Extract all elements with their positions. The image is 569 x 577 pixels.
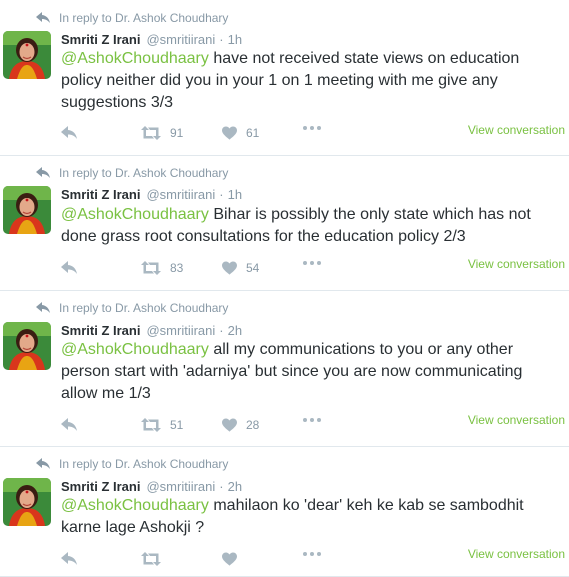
author-handle[interactable]: @smritiirani: [146, 479, 215, 494]
reply-arrow-icon: [36, 458, 50, 469]
avatar-image: [3, 31, 51, 79]
reply-context[interactable]: In reply to Dr. Ashok Choudhary: [36, 10, 228, 26]
reply-context[interactable]: In reply to Dr. Ashok Choudhary: [36, 165, 228, 181]
heart-icon: [222, 126, 237, 140]
mention-link[interactable]: @AshokChoudhaary: [61, 50, 209, 67]
separator: ·: [219, 478, 224, 494]
reply-icon: [61, 418, 77, 431]
separator: ·: [219, 322, 224, 338]
like-button[interactable]: 28: [222, 418, 259, 432]
author-handle[interactable]: @smritiirani: [146, 187, 215, 202]
tweet: In reply to Dr. Ashok Choudhary Smriti Z…: [0, 291, 569, 447]
avatar[interactable]: [3, 31, 51, 79]
tweet-text: @AshokChoudhaary all my communications t…: [61, 339, 561, 405]
more-button[interactable]: [303, 552, 321, 556]
reply-arrow-icon: [36, 302, 50, 313]
tweet-text: @AshokChoudhaary have not received state…: [61, 48, 561, 114]
reply-button[interactable]: [61, 418, 77, 432]
avatar-image: [3, 322, 51, 370]
reply-context-text: In reply to Dr. Ashok Choudhary: [59, 166, 229, 180]
heart-icon: [222, 552, 237, 566]
retweet-count: 51: [170, 418, 184, 432]
like-count: 61: [246, 126, 260, 140]
timestamp[interactable]: 1h: [228, 187, 242, 202]
retweet-button[interactable]: 51: [141, 418, 183, 432]
timestamp[interactable]: 1h: [228, 32, 242, 47]
reply-button[interactable]: [61, 552, 77, 566]
avatar-image: [3, 478, 51, 526]
heart-icon: [222, 418, 237, 432]
tweet-text: @AshokChoudhaary mahilaon ko 'dear' keh …: [61, 495, 561, 539]
retweet-button[interactable]: 83: [141, 261, 183, 275]
retweet-icon: [141, 126, 161, 140]
avatar[interactable]: [3, 322, 51, 370]
reply-context-text: In reply to Dr. Ashok Choudhary: [59, 11, 229, 25]
reply-icon: [61, 261, 77, 274]
more-dots-icon: [303, 261, 321, 265]
like-count: 28: [246, 418, 260, 432]
more-button[interactable]: [303, 418, 321, 422]
tweet: In reply to Dr. Ashok Choudhary Smriti Z…: [0, 447, 569, 577]
mention-link[interactable]: @AshokChoudhaary: [61, 497, 209, 514]
tweet-actions: [61, 552, 361, 570]
reply-button[interactable]: [61, 261, 77, 275]
reply-arrow-icon: [36, 167, 50, 178]
more-dots-icon: [303, 418, 321, 422]
timestamp[interactable]: 2h: [228, 479, 242, 494]
like-button[interactable]: 54: [222, 261, 259, 275]
tweet-actions: 83 54: [61, 261, 361, 279]
reply-arrow-icon: [36, 12, 50, 23]
retweet-button[interactable]: [141, 552, 170, 566]
reply-icon: [61, 126, 77, 139]
reply-icon: [61, 552, 77, 565]
timestamp[interactable]: 2h: [228, 323, 242, 338]
tweet-text: @AshokChoudhaary Bihar is possibly the o…: [61, 204, 561, 248]
tweet-feed: In reply to Dr. Ashok Choudhary Smriti Z…: [0, 0, 569, 577]
retweet-icon: [141, 552, 161, 566]
author-name[interactable]: Smriti Z Irani: [61, 187, 140, 202]
mention-link[interactable]: @AshokChoudhaary: [61, 206, 209, 223]
like-button[interactable]: [222, 552, 246, 566]
view-conversation-link[interactable]: View conversation: [468, 547, 565, 561]
reply-button[interactable]: [61, 126, 77, 140]
tweet-header: Smriti Z Irani @smritiirani · 2h: [61, 322, 242, 338]
author-handle[interactable]: @smritiirani: [146, 32, 215, 47]
reply-context-text: In reply to Dr. Ashok Choudhary: [59, 457, 229, 471]
retweet-button[interactable]: 91: [141, 126, 183, 140]
avatar-image: [3, 186, 51, 234]
like-button[interactable]: 61: [222, 126, 259, 140]
heart-icon: [222, 261, 237, 275]
separator: ·: [219, 186, 224, 202]
tweet-header: Smriti Z Irani @smritiirani · 1h: [61, 186, 242, 202]
mention-link[interactable]: @AshokChoudhaary: [61, 341, 209, 358]
retweet-icon: [141, 418, 161, 432]
retweet-count: 83: [170, 261, 184, 275]
more-button[interactable]: [303, 126, 321, 130]
more-dots-icon: [303, 126, 321, 130]
like-count: 54: [246, 261, 260, 275]
author-name[interactable]: Smriti Z Irani: [61, 323, 140, 338]
reply-context[interactable]: In reply to Dr. Ashok Choudhary: [36, 300, 228, 316]
avatar[interactable]: [3, 186, 51, 234]
tweet-header: Smriti Z Irani @smritiirani · 1h: [61, 31, 242, 47]
tweet: In reply to Dr. Ashok Choudhary Smriti Z…: [0, 156, 569, 291]
tweet-actions: 91 61: [61, 126, 361, 144]
author-name[interactable]: Smriti Z Irani: [61, 32, 140, 47]
more-dots-icon: [303, 552, 321, 556]
reply-context-text: In reply to Dr. Ashok Choudhary: [59, 301, 229, 315]
reply-context[interactable]: In reply to Dr. Ashok Choudhary: [36, 456, 228, 472]
avatar[interactable]: [3, 478, 51, 526]
view-conversation-link[interactable]: View conversation: [468, 413, 565, 427]
separator: ·: [219, 31, 224, 47]
author-name[interactable]: Smriti Z Irani: [61, 479, 140, 494]
retweet-count: 91: [170, 126, 184, 140]
tweet-header: Smriti Z Irani @smritiirani · 2h: [61, 478, 242, 494]
author-handle[interactable]: @smritiirani: [146, 323, 215, 338]
retweet-icon: [141, 261, 161, 275]
view-conversation-link[interactable]: View conversation: [468, 123, 565, 137]
tweet-actions: 51 28: [61, 418, 361, 436]
more-button[interactable]: [303, 261, 321, 265]
tweet: In reply to Dr. Ashok Choudhary Smriti Z…: [0, 0, 569, 156]
view-conversation-link[interactable]: View conversation: [468, 257, 565, 271]
